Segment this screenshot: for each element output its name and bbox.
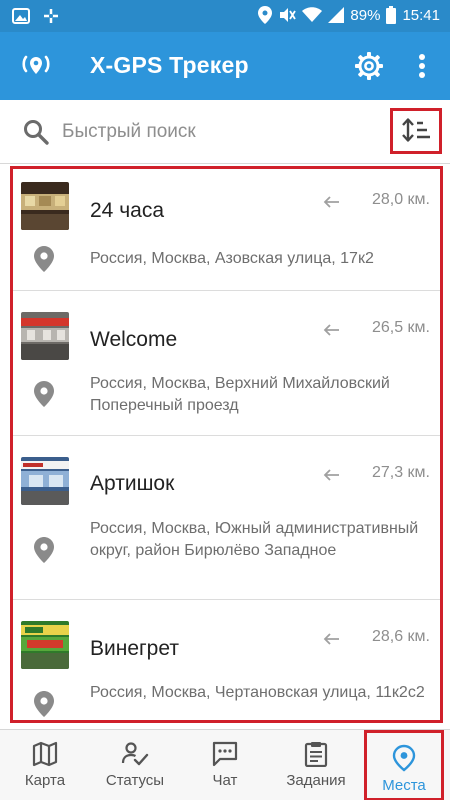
app-bar: X-GPS Трекер <box>0 32 450 100</box>
nav-statuses[interactable]: Статусы <box>90 730 180 800</box>
nav-statuses-label: Статусы <box>105 772 165 789</box>
mute-icon <box>280 8 297 22</box>
chat-icon <box>212 741 238 767</box>
place-distance: 28,0 км. <box>371 191 430 208</box>
nav-places-label: Места <box>382 777 426 794</box>
place-name: Артишок <box>90 472 175 495</box>
location-pin-icon <box>34 691 54 717</box>
status-bar: 89% 15:41 <box>0 0 450 32</box>
more-vert-icon[interactable] <box>408 50 436 82</box>
places-list[interactable]: 24 часа 28,0 км. Россия, Москва, Азовска… <box>10 166 443 723</box>
sort-icon <box>402 118 430 142</box>
location-status-icon <box>258 6 273 24</box>
location-pin-icon <box>34 246 54 272</box>
nav-tasks-label: Задания <box>286 772 346 789</box>
place-item[interactable]: 24 часа 28,0 км. Россия, Москва, Азовска… <box>13 169 440 291</box>
sync-notification-icon <box>44 9 58 23</box>
status-check-icon <box>121 742 149 766</box>
search-bar <box>0 100 450 164</box>
nav-map[interactable]: Карта <box>0 730 90 800</box>
nav-places[interactable]: Места <box>364 730 444 800</box>
place-name: 24 часа <box>90 199 164 222</box>
arrow-left-icon <box>323 469 339 481</box>
map-icon <box>32 741 58 767</box>
sort-button[interactable] <box>390 108 442 154</box>
place-address: Россия, Москва, Верхний Михайловский Поп… <box>90 375 390 414</box>
battery-percent: 89% <box>350 6 381 24</box>
clock: 15:41 <box>402 6 440 24</box>
image-notification-icon <box>12 8 30 24</box>
wifi-icon <box>302 7 323 22</box>
nav-chat[interactable]: Чат <box>180 730 270 800</box>
arrow-left-icon <box>323 196 339 208</box>
place-address: Россия, Москва, Южный административный о… <box>90 520 419 559</box>
search-icon <box>24 120 49 145</box>
place-photo <box>21 621 69 669</box>
place-address: Россия, Москва, Азовская улица, 17к2 <box>90 250 374 267</box>
bottom-navigation: Карта Статусы Чат Задания Места <box>0 729 450 800</box>
place-item[interactable]: Винегрет 28,6 км. Россия, Москва, Чертан… <box>13 600 440 720</box>
location-pin-icon <box>34 381 54 407</box>
place-name: Винегрет <box>90 637 179 660</box>
arrow-left-icon <box>323 633 339 645</box>
clipboard-icon <box>304 742 328 767</box>
arrow-left-icon <box>323 324 339 336</box>
place-photo <box>21 312 69 360</box>
settings-gear-icon[interactable] <box>354 51 384 81</box>
place-distance: 26,5 км. <box>371 319 430 336</box>
quick-search-input[interactable] <box>62 114 372 150</box>
nav-map-label: Карта <box>24 772 66 789</box>
place-photo <box>21 457 69 505</box>
battery-icon <box>386 6 397 24</box>
location-pin-icon <box>392 744 416 772</box>
place-photo <box>21 182 69 230</box>
location-pin-icon <box>34 537 54 563</box>
place-address: Россия, Москва, Чертановская улица, 11к2… <box>90 684 425 701</box>
place-distance: 27,3 км. <box>371 464 430 481</box>
place-name: Welcome <box>90 328 178 351</box>
signal-icon <box>328 7 345 23</box>
place-item[interactable]: Welcome 26,5 км. Россия, Москва, Верхний… <box>13 291 440 436</box>
gps-broadcast-icon[interactable] <box>18 48 54 84</box>
place-item[interactable]: Артишок 27,3 км. Россия, Москва, Южный а… <box>13 436 440 600</box>
nav-tasks[interactable]: Задания <box>270 730 362 800</box>
place-distance: 28,6 км. <box>371 628 430 645</box>
app-title: X-GPS Трекер <box>90 52 249 78</box>
nav-chat-label: Чат <box>212 772 238 789</box>
